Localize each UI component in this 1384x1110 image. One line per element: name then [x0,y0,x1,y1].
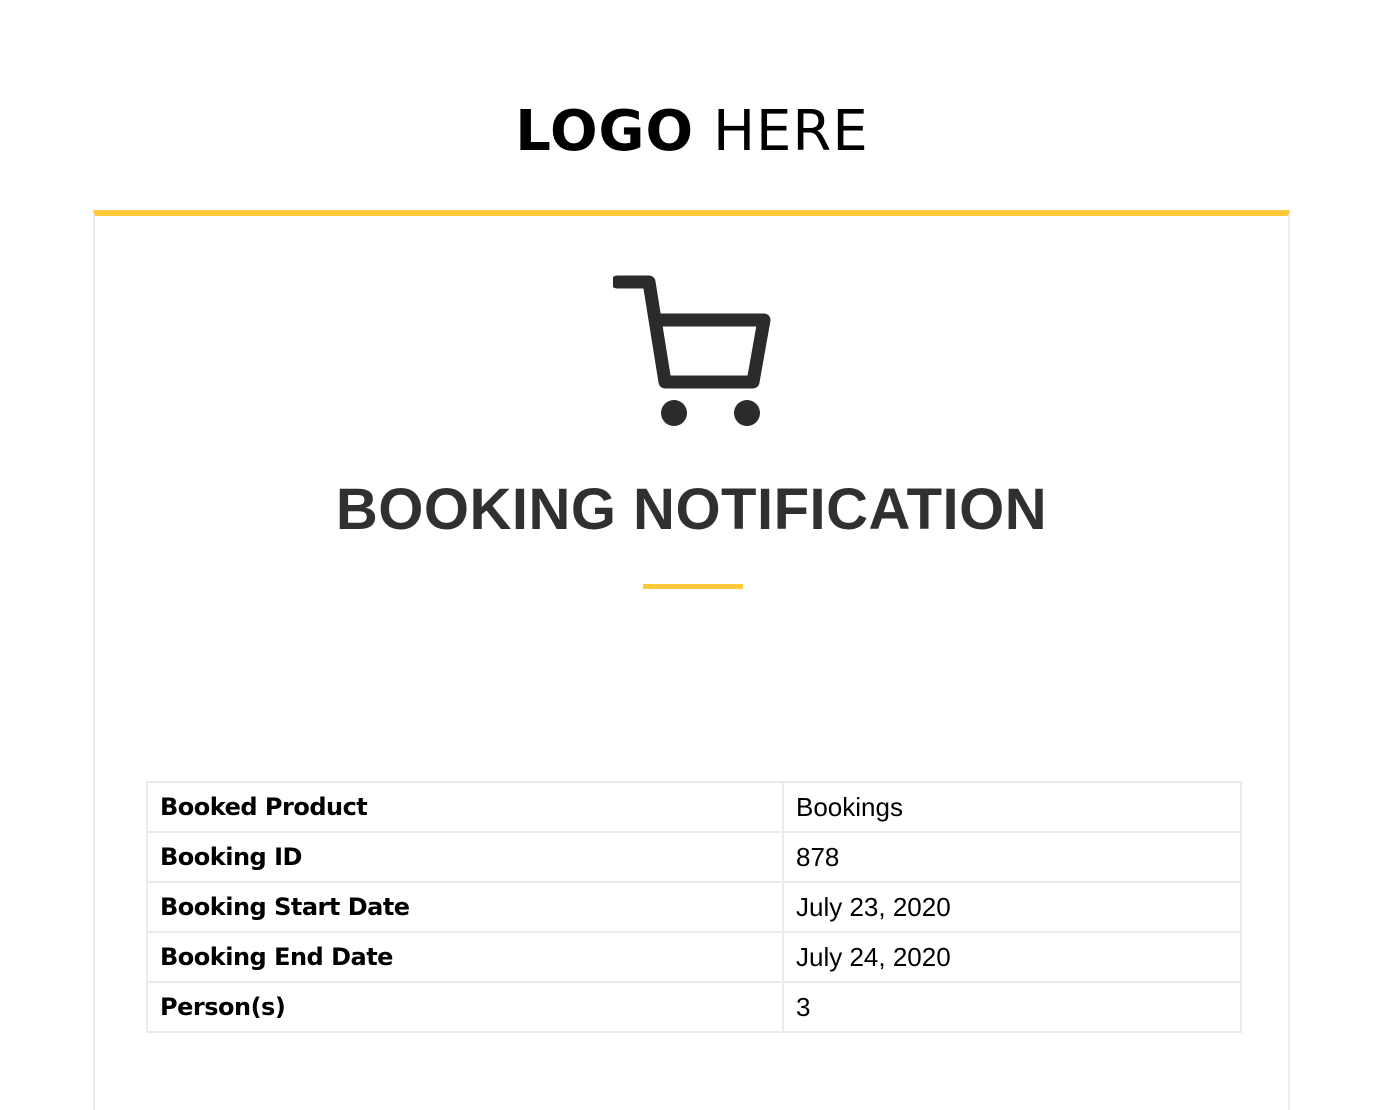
row-label: Booking Start Date [146,881,784,933]
table-row: Booking ID 878 [146,831,1242,883]
logo-light-text: HERE [712,99,869,164]
row-value: 878 [782,831,1242,883]
row-value: 3 [782,981,1242,1033]
table-row: Person(s) 3 [146,981,1242,1033]
table-row: Booking End Date July 24, 2020 [146,931,1242,983]
row-value: Bookings [782,781,1242,833]
row-value: July 23, 2020 [782,881,1242,933]
table-row: Booking Start Date July 23, 2020 [146,881,1242,933]
notification-title: BOOKING NOTIFICATION [335,477,1048,542]
row-label: Booking End Date [146,931,784,983]
accent-divider [643,584,743,589]
notification-card: BOOKING NOTIFICATION Booked Product Book… [93,210,1290,1110]
row-value: July 24, 2020 [782,931,1242,983]
row-label: Booked Product [146,781,784,833]
logo: LOGO HERE [0,96,1384,168]
logo-bold-text: LOGO [515,99,695,164]
shopping-cart-icon [613,275,771,426]
booking-details-table: Booked Product Bookings Booking ID 878 B… [146,781,1242,1033]
row-label: Person(s) [146,981,784,1033]
row-label: Booking ID [146,831,784,883]
table-row: Booked Product Bookings [146,781,1242,833]
